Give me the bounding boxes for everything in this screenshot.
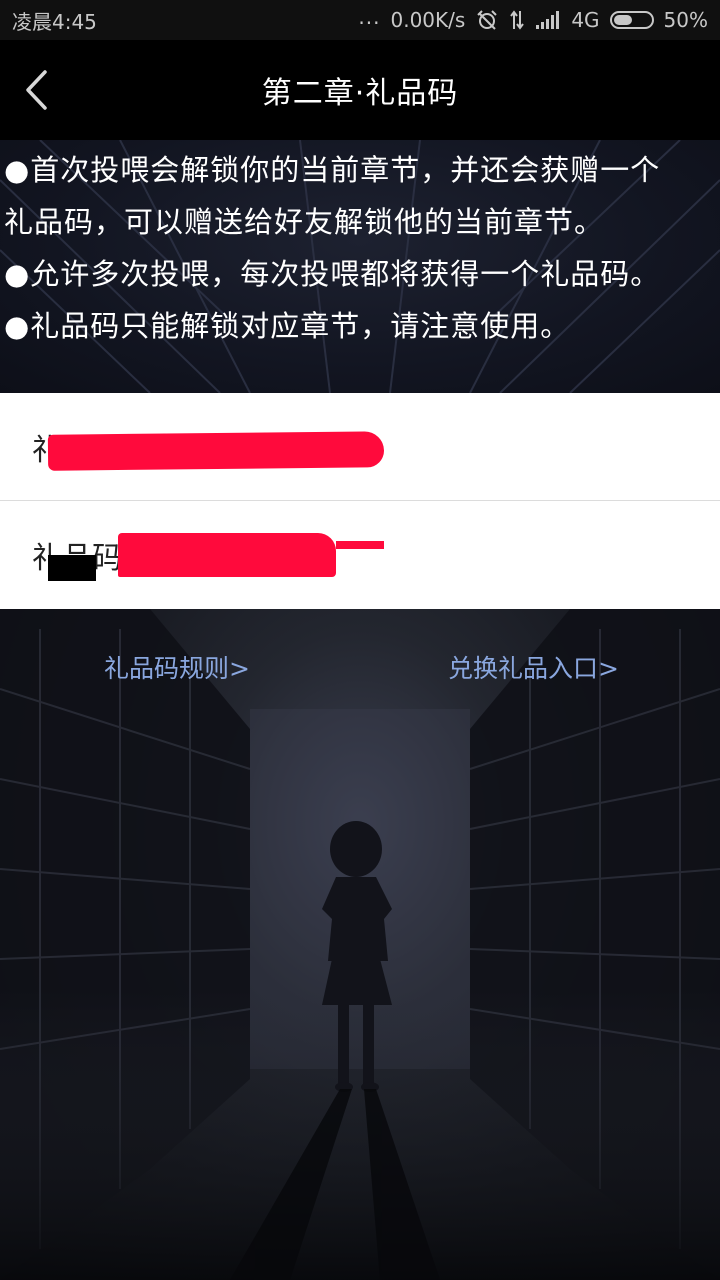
back-button[interactable] — [14, 66, 58, 114]
battery-percent: 50% — [663, 8, 708, 32]
description-panel: ●首次投喂会解锁你的当前章节，并还会获赠一个 礼品码，可以赠送给好友解锁他的当前… — [0, 140, 720, 393]
library-illustration — [0, 609, 720, 1280]
description-line: ●首次投喂会解锁你的当前章节，并还会获赠一个 — [4, 153, 661, 187]
signal-strength-icon — [535, 10, 561, 30]
battery-icon — [609, 11, 654, 29]
network-type: 4G — [571, 8, 600, 32]
gift-code-row[interactable]: 礼品码 — [0, 393, 720, 500]
redaction-mark — [48, 555, 96, 581]
footer-links: 礼品码规则> 兑换礼品入口> — [0, 649, 720, 689]
network-speed: 0.00K/s — [390, 8, 466, 32]
battery-fill — [613, 15, 632, 25]
chevron-left-icon — [26, 70, 47, 110]
gift-code-screen: 凌晨4:45 ... 0.00K/s 4G 50% 第二章·礼品码 ●首次投喂会… — [0, 0, 720, 1280]
description-line: ●礼品码只能解锁对应章节，请注意使用。 — [4, 309, 571, 343]
redaction-mark — [47, 431, 385, 471]
background-artwork: 礼品码规则> 兑换礼品入口> — [0, 609, 720, 1280]
description-line: 礼品码，可以赠送给好友解锁他的当前章节。 — [4, 205, 605, 239]
status-icons: ... 0.00K/s 4G 50% — [358, 5, 708, 32]
status-time: 凌晨4:45 — [12, 9, 97, 34]
gift-code-rules-link[interactable]: 礼品码规则> — [104, 649, 250, 685]
redeem-gift-link[interactable]: 兑换礼品入口> — [448, 649, 619, 685]
redaction-mark — [118, 533, 336, 577]
more-dots-icon: ... — [358, 5, 381, 29]
nav-bar: 第二章·礼品码 — [0, 40, 720, 140]
gift-code-row[interactable]: 礼品码 — [0, 500, 720, 608]
description-text: ●首次投喂会解锁你的当前章节，并还会获赠一个 礼品码，可以赠送给好友解锁他的当前… — [0, 140, 720, 352]
alarm-off-icon — [475, 9, 499, 31]
page-title: 第二章·礼品码 — [261, 76, 459, 111]
description-line: ●允许多次投喂，每次投喂都将获得一个礼品码。 — [4, 257, 661, 291]
status-bar: 凌晨4:45 ... 0.00K/s 4G 50% — [0, 0, 720, 40]
redaction-mark — [336, 541, 384, 549]
data-transfer-icon — [509, 9, 525, 31]
gift-code-list: 礼品码 礼品码 — [0, 393, 720, 609]
